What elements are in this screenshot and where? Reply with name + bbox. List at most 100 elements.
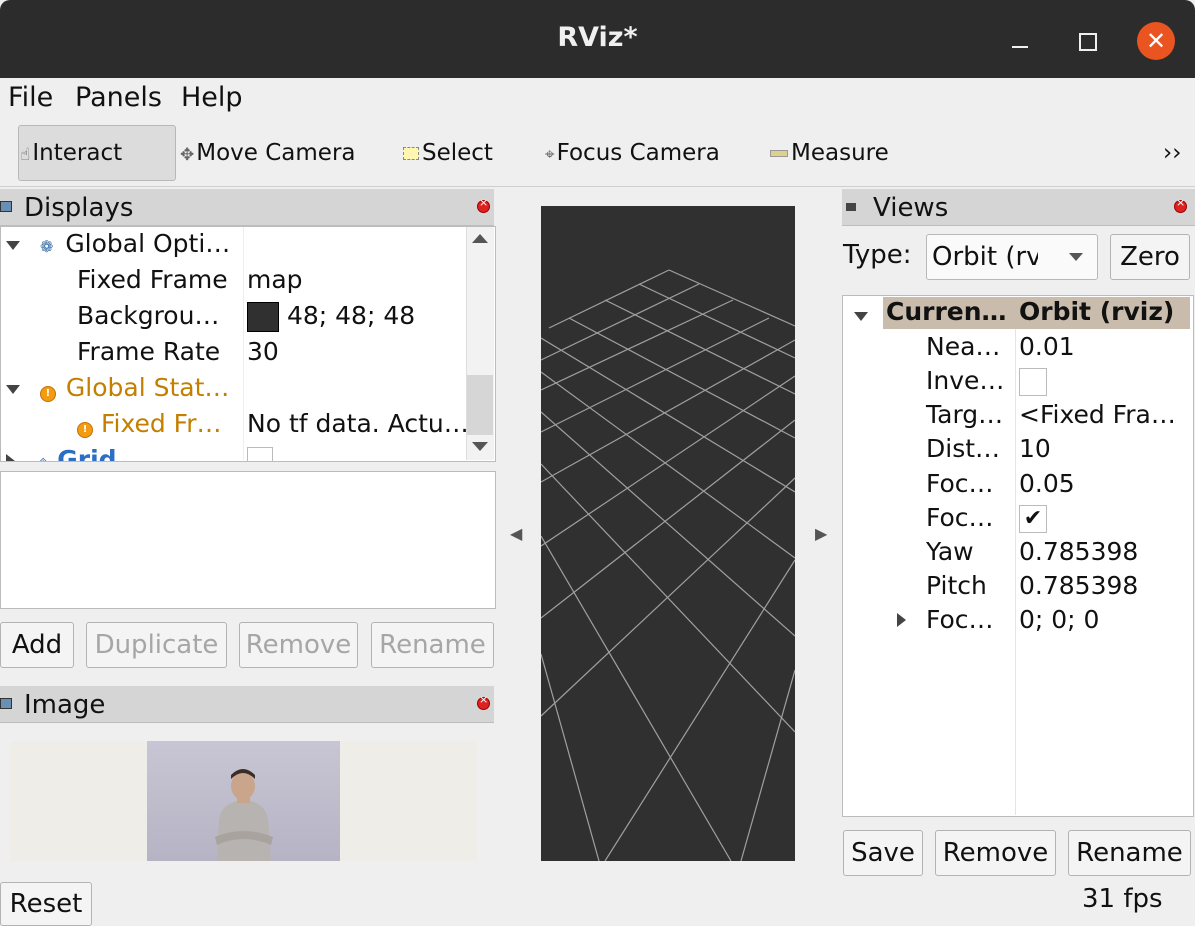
remove-view-button[interactable]: Remove [935,830,1056,876]
grid-display [540,269,796,862]
rename-display-button[interactable]: Rename [371,622,494,668]
ruler-icon [770,150,788,157]
displays-scrollbar-thumb[interactable] [467,375,493,435]
current-view-label[interactable]: Curren… [886,297,1007,326]
invert-checkbox[interactable] [1019,366,1047,396]
checkmark-icon: ✔ [1019,505,1047,533]
view-prop-focal-shape-size-value[interactable]: 0.05 [1019,469,1075,498]
views-column-divider [1015,329,1016,815]
views-close-icon[interactable] [1174,196,1187,213]
focus-camera-label: Focus Camera [556,140,720,166]
rename-view-button[interactable]: Rename [1068,830,1191,876]
view-type-select[interactable]: Orbit (rviz [926,234,1098,280]
image-icon [0,698,12,709]
frame-rate-value[interactable]: 30 [247,337,279,372]
tree-row-global-status[interactable]: ! Global Stat… [6,373,229,408]
maximize-button[interactable] [1076,30,1102,52]
collapse-right-icon[interactable]: ▶ [815,524,827,543]
collapse-arrow-icon[interactable] [6,454,15,461]
hand-pointer-icon: ☝ [20,145,31,165]
view-prop-distance[interactable]: Dist… [926,434,1000,463]
collapse-left-icon[interactable]: ◀ [510,524,522,543]
scroll-down-icon[interactable] [472,442,488,451]
color-swatch[interactable] [247,302,279,332]
expand-arrow-icon[interactable] [6,384,20,394]
grid-line [540,653,600,862]
camera-image [147,741,340,861]
expand-arrow-icon[interactable] [6,240,20,250]
view-prop-near-clip[interactable]: Nea… [926,332,1000,361]
tree-row-frame-rate[interactable]: Frame Rate [77,337,220,372]
view-prop-focal-point[interactable]: Foc… [926,605,994,634]
view-prop-yaw-value[interactable]: 0.785398 [1019,537,1138,566]
current-view-value[interactable]: Orbit (rviz) [1019,297,1174,326]
view-prop-near-clip-value[interactable]: 0.01 [1019,332,1075,361]
fps-readout: 31 fps [1082,884,1163,914]
tree-label: Fixed Fr… [100,409,222,438]
grid-line [540,317,770,433]
select-tool-button[interactable]: Select [403,140,493,166]
view-prop-focal-shape-fixed[interactable]: Foc… [926,503,994,532]
view-type-label: Type: [843,240,912,270]
fixed-frame-value[interactable]: map [247,265,303,300]
toolbar-overflow-button[interactable]: ›› [1163,140,1181,166]
view-prop-focal-shape-size[interactable]: Foc… [926,469,994,498]
render-view[interactable] [540,206,796,862]
grid-line [568,317,796,439]
grid-line [740,669,796,862]
monitor-icon [0,201,12,212]
tree-label: Fixed Frame [77,265,228,294]
view-prop-target-frame-value[interactable]: <Fixed Fra… [1019,400,1176,429]
reset-button[interactable]: Reset [0,882,92,926]
minimize-button[interactable] [1006,30,1034,60]
view-prop-invert[interactable]: Inve… [926,366,1004,395]
move-camera-tool-button[interactable]: ✥Move Camera [180,140,356,166]
grid-line [540,371,796,559]
view-prop-target-frame[interactable]: Targ… [926,400,1003,429]
current-view-expand-icon[interactable] [854,306,868,325]
tree-row-fixed-frame[interactable]: Fixed Frame [77,265,228,300]
duplicate-button[interactable]: Duplicate [86,622,227,668]
views-tree[interactable] [842,295,1194,817]
fixed-frame-status-value: No tf data. Actu… [247,409,469,438]
view-prop-pitch-value[interactable]: 0.785398 [1019,571,1138,600]
focus-camera-tool-button[interactable]: ⌖Focus Camera [545,140,720,166]
chevron-down-icon [1069,253,1083,261]
grid-line [638,283,796,359]
display-description-box [0,471,496,609]
save-view-button[interactable]: Save [843,830,923,876]
remove-display-button[interactable]: Remove [239,622,358,668]
select-rect-icon [403,147,419,160]
grid-line [540,283,700,361]
close-button[interactable]: ✕ [1137,22,1175,60]
focal-point-expand-icon[interactable] [897,612,906,631]
view-prop-yaw[interactable]: Yaw [926,537,974,566]
camera-icon [846,203,856,211]
view-prop-distance-value[interactable]: 10 [1019,434,1051,463]
minimize-icon [1012,46,1028,48]
tree-row-background[interactable]: Backgrou… [77,301,219,336]
view-prop-pitch[interactable]: Pitch [926,571,987,600]
displays-column-divider [243,227,244,460]
menu-help[interactable]: Help [181,82,243,113]
grid-line [548,269,670,329]
image-close-icon[interactable] [477,693,490,710]
tree-row-grid[interactable]: ◈ Grid [6,445,117,461]
add-button[interactable]: Add [0,622,74,668]
menu-panels[interactable]: Panels [75,82,162,113]
focal-shape-fixed-checkbox[interactable]: ✔ [1019,503,1047,533]
grid-enabled-checkbox[interactable] [247,447,273,461]
warning-icon: ! [39,386,56,402]
background-color-value[interactable]: 48; 48; 48 [247,301,415,336]
zero-button[interactable]: Zero [1110,234,1190,280]
menu-file[interactable]: File [8,82,53,113]
tree-row-fixed-frame-status[interactable]: ! Fixed Fr… [77,409,222,444]
measure-tool-button[interactable]: Measure [770,140,889,166]
tree-label: Global Stat… [65,373,230,402]
grid-icon: ◈ [37,453,49,461]
tree-row-global-options[interactable]: ❁ Global Opti… [6,229,230,264]
scroll-up-icon[interactable] [472,234,488,243]
move-arrows-icon: ✥ [180,145,195,165]
view-prop-focal-point-value[interactable]: 0; 0; 0 [1019,605,1099,634]
displays-close-icon[interactable] [477,196,490,213]
